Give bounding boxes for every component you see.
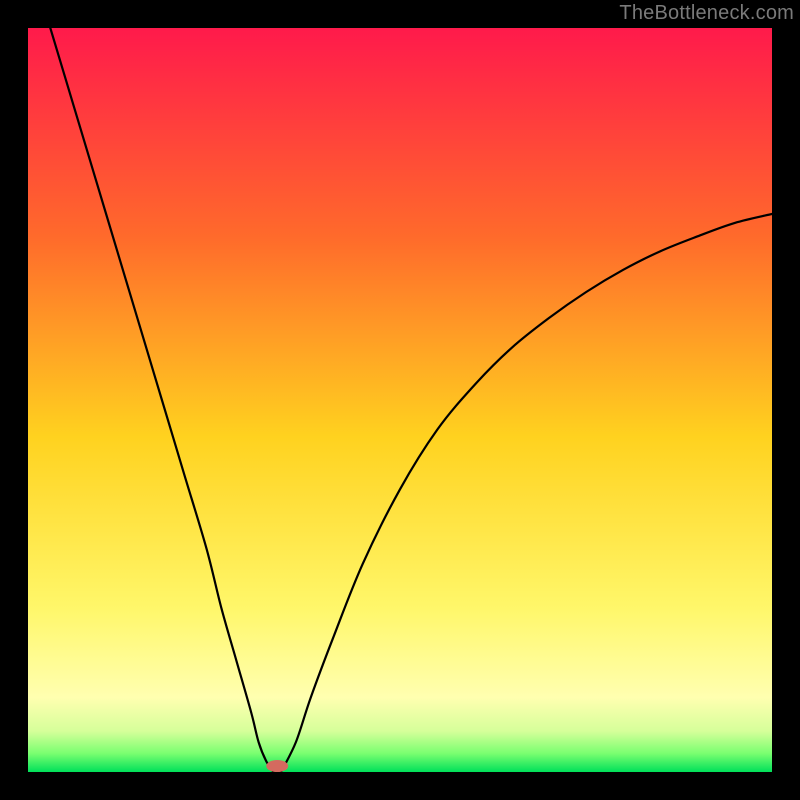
watermark-text: TheBottleneck.com [619, 2, 794, 25]
gradient-background [28, 28, 772, 772]
chart-frame [28, 28, 772, 772]
minimum-marker [266, 760, 288, 772]
bottleneck-chart [28, 28, 772, 772]
